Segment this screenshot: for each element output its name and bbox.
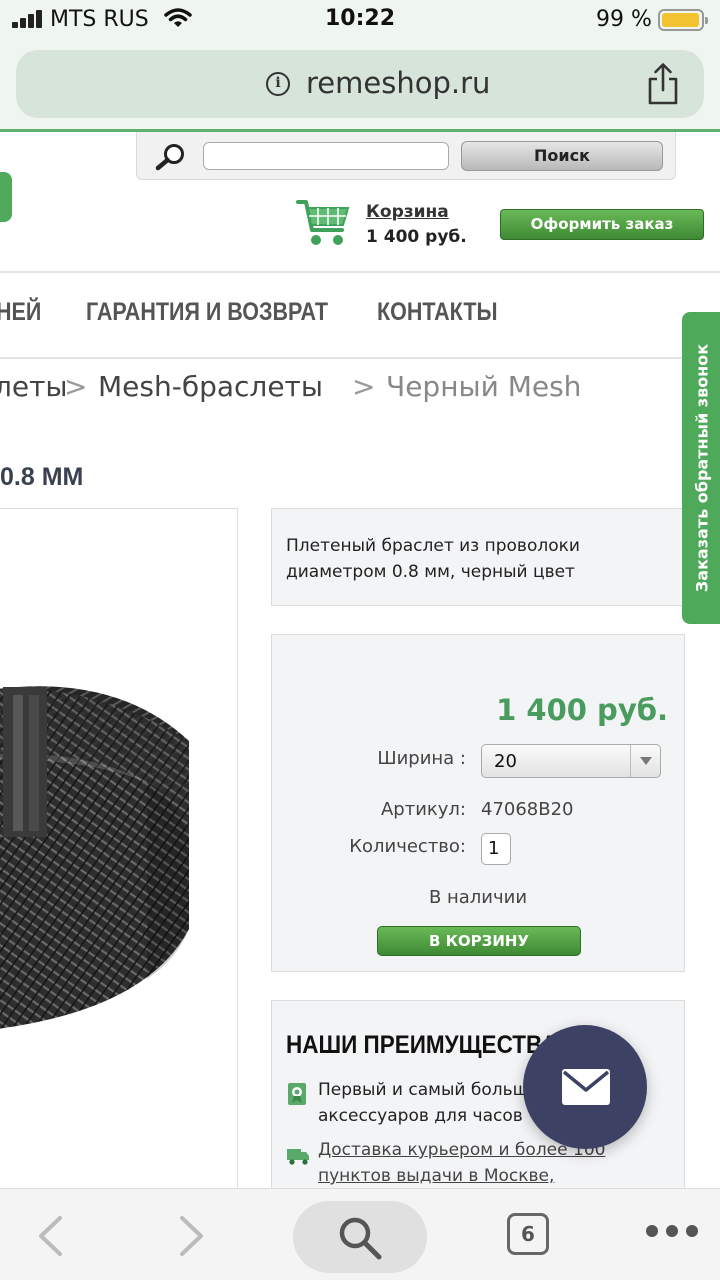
forward-icon[interactable] [178,1215,206,1257]
quantity-label: Количество: [349,836,466,857]
mail-icon [562,1069,610,1105]
search-icon [339,1217,382,1260]
purchase-panel: 1 400 руб. Ширина : 20 Артикул: 47068B20… [271,634,685,972]
search-button[interactable] [293,1201,427,1273]
breadcrumb-separator: > [64,370,88,403]
nav-item-contacts[interactable]: КОНТАКТЫ [377,298,498,327]
browser-toolbar: 6 [0,1188,720,1280]
url-field[interactable]: i remeshop.ru [16,50,704,118]
menu-button[interactable] [0,172,12,222]
callback-label[interactable]: Заказать обратный звонок [693,344,712,592]
url-text[interactable]: remeshop.ru [306,66,490,100]
info-icon[interactable]: i [266,72,290,96]
width-label: Ширина : [377,748,466,769]
cart-icon[interactable] [296,198,352,248]
advantage-link[interactable]: Доставка курьером и более 100 пунктов вы… [318,1137,678,1189]
back-icon[interactable] [36,1215,64,1257]
tabs-button[interactable]: 6 [507,1213,549,1255]
description-text: Плетеный браслет из проволоки диаметром … [286,536,580,582]
status-bar: MTS RUS 10:22 99 % [0,0,720,40]
width-value: 20 [494,751,517,772]
truck-icon [287,1149,309,1165]
divider [0,357,690,359]
sku-label: Артикул: [380,799,466,820]
sku-value: 47068B20 [481,799,574,820]
divider [0,271,720,273]
nav-item-warranty[interactable]: ГАРАНТИЯ И ВОЗВРАТ [86,298,328,327]
certificate-icon [288,1083,306,1105]
cart-link[interactable]: Корзина [366,202,449,222]
search-icon [155,144,184,171]
breadcrumb-current: Черный Mesh [386,370,582,403]
product-description: Плетеный браслет из проволоки диаметром … [271,508,685,606]
chevron-down-icon [630,745,660,777]
product-price: 1 400 руб. [496,693,668,727]
width-select[interactable]: 20 [481,744,661,778]
advantages-title: НАШИ ПРЕИМУЩЕСТВА [286,1031,558,1059]
checkout-button[interactable]: Оформить заказ [500,209,704,240]
breadcrumb-item[interactable]: Mesh-браслеты [98,370,323,403]
breadcrumb-item[interactable]: леты [0,370,68,403]
browser-address-bar: i remeshop.ru [0,40,720,132]
product-title: 0.8 ММ [0,463,84,491]
quantity-input[interactable]: 1 [481,833,511,865]
mail-button[interactable] [523,1025,647,1149]
search-button[interactable]: Поиск [461,141,663,171]
search-input[interactable] [203,142,449,170]
stock-status: В наличии [428,887,528,908]
cart-total: 1 400 руб. [366,227,467,247]
bracelet-image [0,686,189,1029]
nav-item-partial[interactable]: НЕЙ [0,298,41,327]
breadcrumb-separator: > [352,370,376,403]
search-bar: Поиск [136,132,676,180]
share-icon[interactable] [646,62,680,106]
battery-percent: 99 % [596,7,652,32]
battery-icon [658,9,708,31]
more-icon[interactable] [646,1225,698,1239]
add-to-cart-button[interactable]: В КОРЗИНУ [377,926,581,956]
product-image[interactable] [0,508,238,1198]
